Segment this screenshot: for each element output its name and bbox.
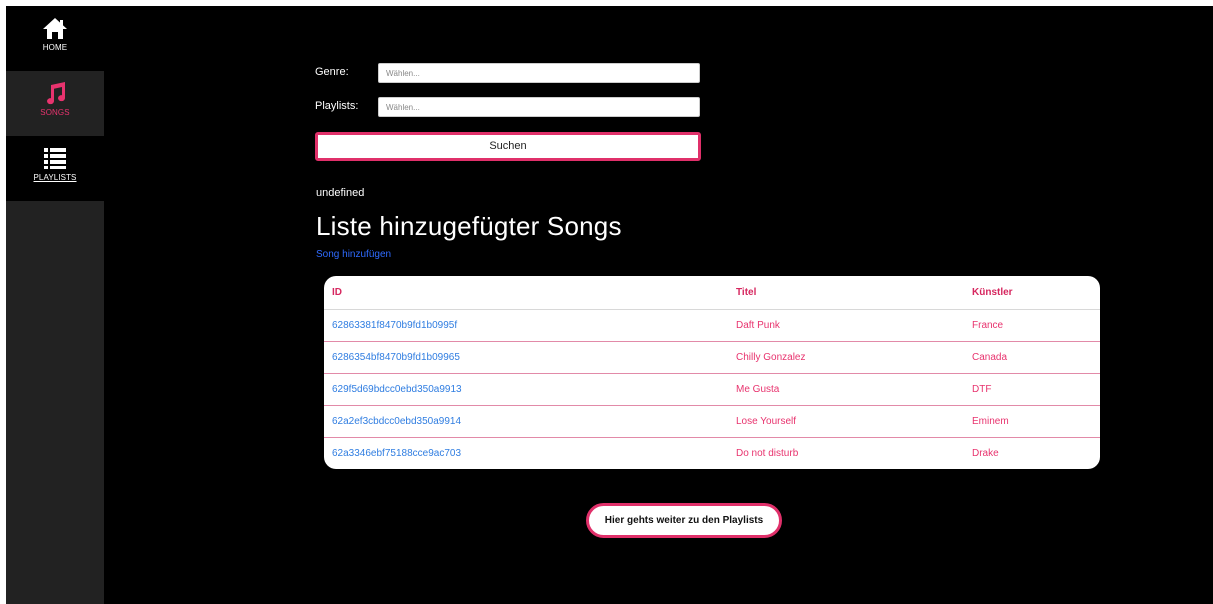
table-row: 629f5d69bdcc0ebd350a9913 Me Gusta DTF	[324, 373, 1100, 406]
song-id-cell[interactable]: 629f5d69bdcc0ebd350a9913	[324, 373, 728, 406]
song-title-cell: Lose Yourself	[728, 405, 964, 438]
playlists-row: Playlists: Wählen...	[315, 97, 702, 117]
column-header-artist: Künstler	[964, 276, 1100, 310]
table-row: 62a2ef3cbdcc0ebd350a9914 Lose Yourself E…	[324, 405, 1100, 438]
song-artist-cell: Eminem	[964, 405, 1100, 438]
table-row: 62a3346ebf75188cce9ac703 Do not disturb …	[324, 438, 1100, 470]
song-id-cell[interactable]: 6286354bf8470b9fd1b09965	[324, 341, 728, 374]
add-song-link[interactable]: Song hinzufügen	[316, 249, 391, 260]
genre-select[interactable]: Wählen...	[378, 63, 700, 83]
music-note-icon	[47, 82, 66, 105]
song-title-cell: Chilly Gonzalez	[728, 341, 964, 374]
list-icon	[44, 148, 66, 169]
song-artist-cell: Drake	[972, 448, 999, 459]
sidebar-item-home[interactable]: HOME	[6, 6, 104, 71]
song-id-cell[interactable]: 62a3346ebf75188cce9ac703	[324, 438, 728, 470]
sidebar-item-playlists[interactable]: PLAYLISTS	[6, 136, 104, 201]
page-title: Liste hinzugefügter Songs	[316, 211, 622, 241]
song-title-cell: Do not disturb	[736, 448, 799, 459]
table-row: 6286354bf8470b9fd1b09965 Chilly Gonzalez…	[324, 341, 1100, 374]
songs-table: ID Titel Künstler 62863381f8470b9fd1b099…	[324, 276, 1100, 469]
column-header-title: Titel	[728, 276, 964, 310]
sidebar-item-label: HOME	[42, 43, 68, 52]
table-row: 62863381f8470b9fd1b0995f Daft Punk Franc…	[324, 309, 1100, 342]
song-id-cell[interactable]: 62863381f8470b9fd1b0995f	[324, 309, 728, 342]
table-header-row: ID Titel Künstler	[324, 276, 1100, 310]
sidebar-item-label: SONGS	[40, 108, 70, 117]
sidebar-item-songs[interactable]: SONGS	[6, 71, 104, 136]
song-id-cell[interactable]: 62a2ef3cbdcc0ebd350a9914	[324, 405, 728, 438]
home-icon	[43, 18, 67, 39]
song-artist-cell: Canada	[964, 341, 1100, 374]
song-title-cell: Daft Punk	[728, 309, 964, 342]
search-button[interactable]: Suchen	[315, 132, 701, 161]
column-header-id: ID	[324, 276, 728, 310]
playlists-label: Playlists:	[315, 100, 359, 112]
app-frame: HOME SONGS PLAYLISTS Genre: Wählen... Pl…	[6, 6, 1213, 604]
status-text: undefined	[316, 187, 365, 199]
playlists-select[interactable]: Wählen...	[378, 97, 700, 117]
genre-label: Genre:	[315, 66, 349, 78]
sidebar: HOME SONGS PLAYLISTS	[6, 6, 104, 604]
song-title-cell: Me Gusta	[728, 373, 964, 406]
song-artist-cell: France	[964, 309, 1100, 342]
genre-row: Genre: Wählen...	[315, 63, 702, 83]
sidebar-item-label: PLAYLISTS	[33, 173, 77, 182]
song-artist-cell: DTF	[964, 373, 1100, 406]
go-to-playlists-button[interactable]: Hier gehts weiter zu den Playlists	[586, 503, 782, 538]
